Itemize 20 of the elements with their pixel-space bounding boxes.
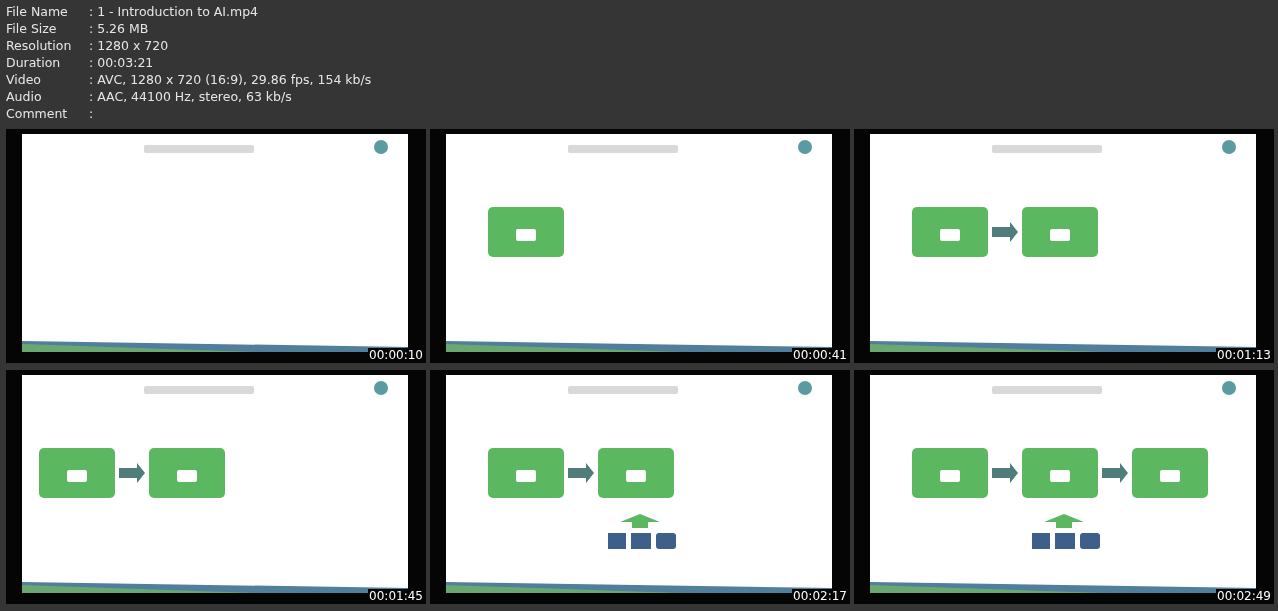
info-value: : 1 - Introduction to AI.mp4: [89, 3, 259, 20]
timestamp: 00:01:45: [368, 589, 424, 603]
info-label: Audio: [6, 88, 43, 105]
info-label: Duration: [6, 54, 62, 71]
timestamp: 00:01:13: [1216, 348, 1272, 362]
info-label: Video: [6, 71, 43, 88]
timestamp: 00:00:10: [368, 348, 424, 362]
timestamp: 00:02:49: [1216, 589, 1272, 603]
info-label: File Name: [6, 3, 69, 20]
info-value: : 5.26 MB: [89, 20, 149, 37]
info-value: :: [89, 105, 94, 122]
info-value: : AAC, 44100 Hz, stereo, 63 kb/s: [89, 88, 292, 105]
info-value: : 00:03:21: [89, 54, 154, 71]
info-value: : AVC, 1280 x 720 (16:9), 29.86 fps, 154 kb/s: [89, 71, 372, 88]
info-label: Resolution: [6, 37, 73, 54]
timestamp: 00:02:17: [792, 589, 848, 603]
info-value: : 1280 x 720: [89, 37, 169, 54]
info-label: Comment: [6, 105, 69, 122]
info-label: File Size: [6, 20, 58, 37]
timestamp: 00:00:41: [792, 348, 848, 362]
